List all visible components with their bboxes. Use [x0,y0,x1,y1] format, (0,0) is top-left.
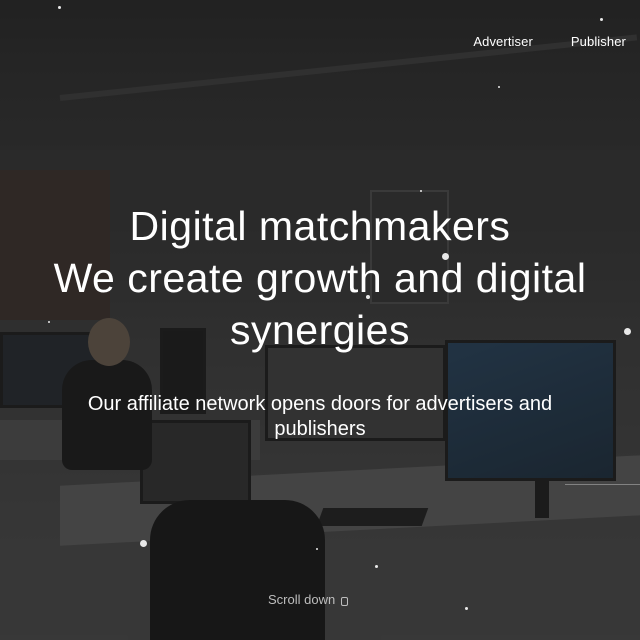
particle-dot [58,6,61,9]
particle-dot [140,540,147,547]
particle-dot [316,548,318,550]
nav-link-publisher[interactable]: Publisher [571,34,626,49]
headline-line: synergies [230,307,410,353]
hero-subheadline: Our affiliate network opens doors for ad… [0,392,640,442]
top-nav: Advertiser Publisher [473,34,626,49]
particle-dot [465,607,468,610]
particle-dot [600,18,603,21]
subheadline-line: publishers [274,418,366,440]
mouse-icon [341,597,349,606]
scroll-down-link[interactable]: Scroll down [268,592,349,607]
hero-section: Advertiser Publisher Digital matchmakers… [0,0,640,640]
headline-line: Digital matchmakers [129,203,511,249]
particle-dot [498,86,500,88]
subheadline-line: Our affiliate network opens doors for ad… [87,393,553,415]
headline-line: We create growth and digital [53,255,587,301]
particle-dot [420,190,422,192]
scroll-down-label: Scroll down [268,592,336,607]
nav-link-advertiser[interactable]: Advertiser [473,34,533,49]
particle-dot [375,565,378,568]
hero-headline: Digital matchmakers We create growth and… [0,200,640,356]
